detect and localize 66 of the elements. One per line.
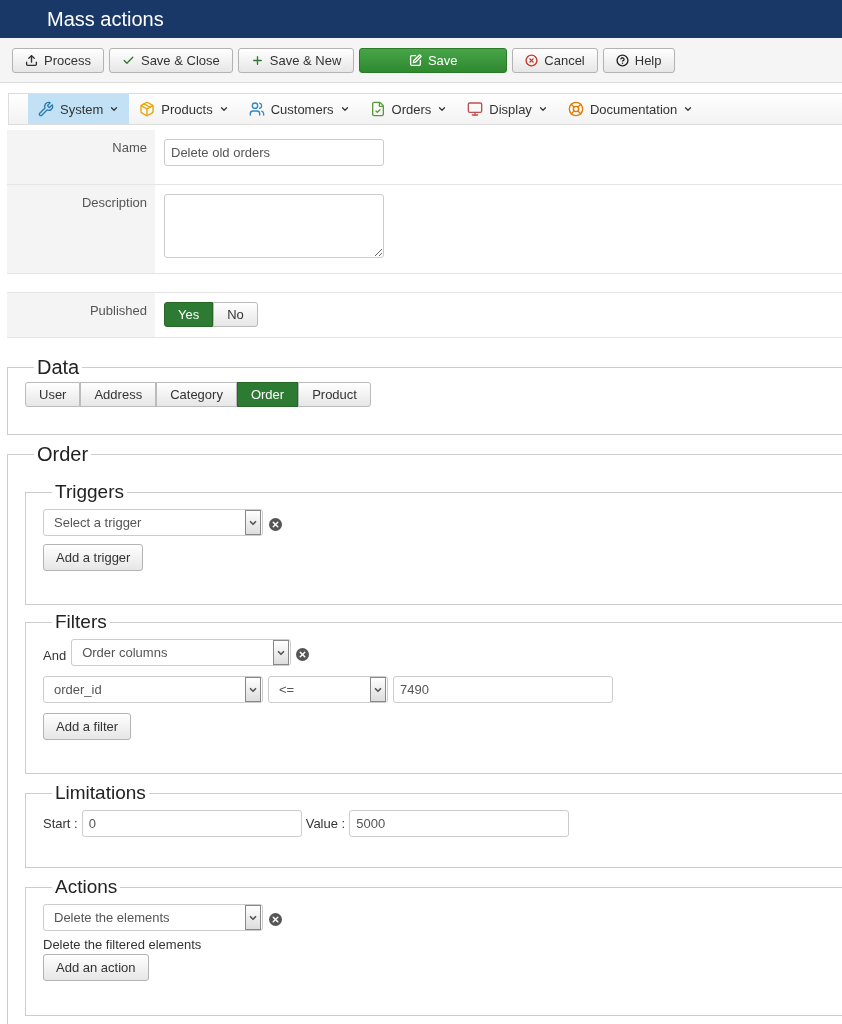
- wrench-icon: [38, 101, 54, 117]
- users-icon: [248, 101, 265, 117]
- help-icon: [615, 53, 629, 67]
- section-title: Triggers: [54, 481, 125, 503]
- menu-item[interactable]: Documentation: [557, 94, 704, 124]
- description-field[interactable]: [164, 194, 384, 258]
- package-icon: [139, 101, 156, 117]
- value-label: Value :: [305, 816, 346, 831]
- field-label: Published: [89, 303, 147, 318]
- add-action-button[interactable]: Add an action: [43, 954, 149, 981]
- caret-icon: [109, 104, 120, 114]
- select-dropdown[interactable]: <=: [268, 676, 388, 703]
- document-icon: [369, 101, 386, 117]
- name-field[interactable]: Delete old orders: [164, 139, 384, 166]
- toolbar-button[interactable]: Save & Close: [108, 47, 233, 73]
- select-dropdown[interactable]: Order columns: [71, 639, 292, 666]
- select-dropdown[interactable]: Delete the elements: [43, 904, 263, 931]
- field-label: Name: [112, 140, 147, 155]
- select-dropdown[interactable]: order_id: [43, 676, 263, 703]
- menu-item[interactable]: Products: [129, 94, 239, 124]
- toolbar-button[interactable]: Save & New: [237, 47, 355, 73]
- section-title: Filters: [54, 611, 108, 633]
- select-dropdown[interactable]: Select a trigger: [43, 509, 263, 536]
- menu-item[interactable]: System: [28, 94, 130, 124]
- caret-icon: [218, 104, 229, 114]
- lifebuoy-icon: [567, 101, 584, 117]
- section-title: Order: [36, 443, 90, 466]
- section-title: Data: [36, 356, 81, 379]
- section-title: Limitations: [54, 782, 147, 804]
- toggle-option[interactable]: No: [213, 302, 258, 327]
- monitor-icon: [467, 101, 484, 117]
- limit-value-field[interactable]: 5000: [349, 810, 570, 837]
- menu-item[interactable]: Orders: [359, 94, 458, 124]
- data-tab[interactable]: Address: [80, 382, 157, 407]
- and-label: And: [43, 648, 67, 663]
- remove-icon[interactable]: [296, 648, 310, 661]
- data-tab[interactable]: User: [25, 382, 81, 407]
- section-title: Actions: [54, 876, 119, 898]
- plus-icon: [250, 53, 264, 67]
- upload-icon: [25, 53, 38, 67]
- edit-icon: [408, 53, 422, 67]
- toolbar-button[interactable]: Save: [359, 47, 508, 73]
- cancel-icon: [525, 53, 539, 67]
- toolbar-button[interactable]: Process: [12, 47, 104, 73]
- caret-icon: [339, 104, 350, 114]
- page-title: Mass actions: [47, 7, 164, 31]
- start-label: Start :: [43, 816, 78, 831]
- start-field[interactable]: 0: [81, 810, 302, 837]
- data-tab[interactable]: Product: [298, 382, 371, 407]
- menu-item[interactable]: Customers: [238, 94, 360, 124]
- field-label: Description: [81, 195, 147, 210]
- add-trigger-button[interactable]: Add a trigger: [43, 544, 144, 571]
- remove-icon[interactable]: [269, 913, 282, 926]
- remove-icon[interactable]: [269, 518, 282, 531]
- action-description: Delete the filtered elements: [43, 937, 202, 952]
- caret-icon: [683, 104, 694, 114]
- toolbar-button[interactable]: Help: [602, 47, 675, 73]
- add-filter-button[interactable]: Add a filter: [43, 713, 132, 740]
- caret-icon: [437, 104, 448, 114]
- data-tab[interactable]: Category: [156, 382, 237, 407]
- value-field[interactable]: 7490: [393, 676, 613, 703]
- toolbar-button[interactable]: Cancel: [512, 47, 598, 73]
- toggle-option[interactable]: Yes: [164, 302, 214, 327]
- data-tab[interactable]: Order: [236, 382, 299, 407]
- caret-icon: [537, 104, 548, 114]
- menu-item[interactable]: Display: [457, 94, 558, 124]
